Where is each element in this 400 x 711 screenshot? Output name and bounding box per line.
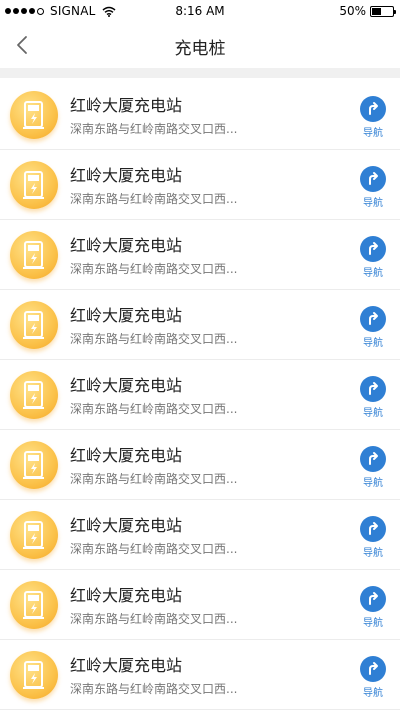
navigation-arrow-icon [360, 446, 386, 472]
charging-station-icon [10, 581, 58, 629]
station-address: 深南东路与红岭南路交叉口西... [70, 122, 238, 136]
navigate-button[interactable]: 导航 [358, 96, 388, 139]
navigation-arrow-icon [360, 96, 386, 122]
station-name: 红岭大厦充电站 [70, 516, 183, 535]
navigate-button[interactable]: 导航 [358, 516, 388, 559]
station-address: 深南东路与红岭南路交叉口西... [70, 542, 238, 556]
charging-station-icon [10, 231, 58, 279]
station-list-item[interactable]: 红岭大厦充电站 深南东路与红岭南路交叉口西... 导航 [0, 290, 400, 360]
charging-station-icon [10, 91, 58, 139]
station-name: 红岭大厦充电站 [70, 656, 183, 675]
charging-station-icon [10, 651, 58, 699]
station-list-item[interactable]: 红岭大厦充电站 深南东路与红岭南路交叉口西... 导航 [0, 640, 400, 710]
navigate-label: 导航 [363, 688, 383, 699]
navigate-button[interactable]: 导航 [358, 166, 388, 209]
navigation-arrow-icon [360, 306, 386, 332]
battery-icon [370, 5, 396, 17]
station-list: 红岭大厦充电站 深南东路与红岭南路交叉口西... 导航 红岭大厦充电站 深南东路… [0, 80, 400, 710]
navigate-label: 导航 [363, 198, 383, 209]
station-name: 红岭大厦充电站 [70, 586, 183, 605]
navigation-arrow-icon [360, 516, 386, 542]
navigation-arrow-icon [360, 376, 386, 402]
navigate-button[interactable]: 导航 [358, 306, 388, 349]
station-list-item[interactable]: 红岭大厦充电站 深南东路与红岭南路交叉口西... 导航 [0, 220, 400, 290]
status-bar: SIGNAL 8:16 AM 50% [0, 0, 400, 22]
navigate-label: 导航 [363, 338, 383, 349]
status-right: 50% [339, 4, 396, 18]
station-name: 红岭大厦充电站 [70, 166, 183, 185]
station-list-item[interactable]: 红岭大厦充电站 深南东路与红岭南路交叉口西... 导航 [0, 570, 400, 640]
station-list-item[interactable]: 红岭大厦充电站 深南东路与红岭南路交叉口西... 导航 [0, 430, 400, 500]
station-name: 红岭大厦充电站 [70, 236, 183, 255]
navigate-button[interactable]: 导航 [358, 446, 388, 489]
station-address: 深南东路与红岭南路交叉口西... [70, 262, 238, 276]
battery-percentage: 50% [339, 4, 366, 18]
station-address: 深南东路与红岭南路交叉口西... [70, 472, 238, 486]
station-list-item[interactable]: 红岭大厦充电站 深南东路与红岭南路交叉口西... 导航 [0, 150, 400, 220]
station-address: 深南东路与红岭南路交叉口西... [70, 402, 238, 416]
station-name: 红岭大厦充电站 [70, 306, 183, 325]
page-title: 充电桩 [174, 39, 226, 59]
station-address: 深南东路与红岭南路交叉口西... [70, 192, 238, 206]
battery-fill [372, 7, 381, 15]
navigation-arrow-icon [360, 236, 386, 262]
navigate-label: 导航 [363, 268, 383, 279]
navigation-arrow-icon [360, 166, 386, 192]
charging-station-icon [10, 161, 58, 209]
navigate-button[interactable]: 导航 [358, 656, 388, 699]
station-address: 深南东路与红岭南路交叉口西... [70, 612, 238, 626]
station-list-item[interactable]: 红岭大厦充电站 深南东路与红岭南路交叉口西... 导航 [0, 500, 400, 570]
navigate-label: 导航 [363, 408, 383, 419]
navigate-label: 导航 [363, 618, 383, 629]
navigate-button[interactable]: 导航 [358, 236, 388, 279]
navigate-button[interactable]: 导航 [358, 586, 388, 629]
navigate-label: 导航 [363, 478, 383, 489]
station-list-item[interactable]: 红岭大厦充电站 深南东路与红岭南路交叉口西... 导航 [0, 360, 400, 430]
section-divider [0, 68, 400, 78]
navigation-arrow-icon [360, 656, 386, 682]
station-list-item[interactable]: 红岭大厦充电站 深南东路与红岭南路交叉口西... 导航 [0, 80, 400, 150]
navigate-label: 导航 [363, 128, 383, 139]
charging-station-icon [10, 301, 58, 349]
station-name: 红岭大厦充电站 [70, 376, 183, 395]
station-name: 红岭大厦充电站 [70, 96, 183, 115]
navigation-arrow-icon [360, 586, 386, 612]
charging-station-icon [10, 511, 58, 559]
station-name: 红岭大厦充电站 [70, 446, 183, 465]
navigate-label: 导航 [363, 548, 383, 559]
station-address: 深南东路与红岭南路交叉口西... [70, 332, 238, 346]
charging-station-icon [10, 371, 58, 419]
navigate-button[interactable]: 导航 [358, 376, 388, 419]
charging-station-icon [10, 441, 58, 489]
station-address: 深南东路与红岭南路交叉口西... [70, 682, 238, 696]
navigation-bar: 充电桩 [0, 22, 400, 68]
